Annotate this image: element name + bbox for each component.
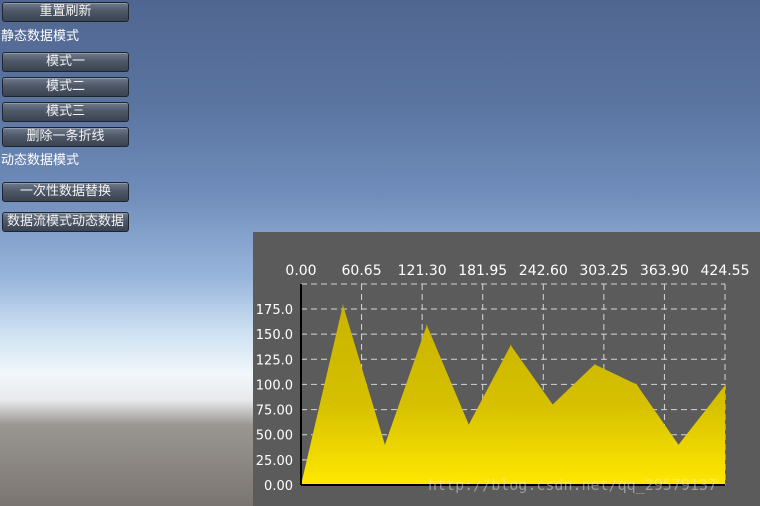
mode-two-button[interactable]: 模式二 [2, 77, 129, 97]
x-tick-label: 181.95 [458, 263, 507, 279]
one-time-replace-button[interactable]: 一次性数据替换 [2, 182, 129, 202]
mode-three-button[interactable]: 模式三 [2, 102, 129, 122]
x-tick-label: 60.65 [342, 263, 382, 279]
y-tick-label: 25.00 [256, 454, 293, 469]
data-point [678, 444, 680, 446]
reset-refresh-button[interactable]: 重置刷新 [2, 2, 129, 22]
data-point [724, 384, 726, 386]
x-tick-label: 424.55 [701, 263, 750, 279]
x-tick-label: 0.00 [285, 263, 316, 279]
data-point [342, 304, 344, 306]
data-point [636, 383, 638, 385]
y-tick-label: 75.00 [256, 404, 293, 419]
data-point [594, 363, 596, 365]
data-point [510, 344, 512, 346]
x-tick-label: 363.90 [640, 263, 689, 279]
y-tick-label: 50.00 [256, 429, 293, 444]
area-chart: 0.00 60.65 121.30 181.95 242.60 303.25 363.90 4… [256, 263, 750, 494]
chart-panel: 0.00 60.65 121.30 181.95 242.60 303.25 363.90 4… [253, 232, 760, 506]
y-tick-label: 125.0 [256, 353, 293, 368]
area-series [301, 304, 725, 485]
data-point [552, 404, 554, 406]
watermark: http://blog.csdn.net/qq_29579137 [428, 476, 717, 494]
delete-line-button[interactable]: 删除一条折线 [2, 127, 129, 147]
static-mode-label: 静态数据模式 [1, 29, 80, 44]
x-tick-label: 242.60 [519, 263, 568, 279]
y-tick-label: 0.00 [264, 479, 293, 494]
stream-mode-button[interactable]: 数据流模式动态数据 [2, 212, 129, 232]
x-tick-label: 121.30 [398, 263, 447, 279]
dynamic-mode-label: 动态数据模式 [1, 153, 80, 168]
mode-one-button[interactable]: 模式一 [2, 52, 129, 72]
data-point [468, 424, 470, 426]
data-point [384, 444, 386, 446]
x-tick-label: 303.25 [579, 263, 628, 279]
y-tick-label: 100.0 [256, 378, 293, 393]
y-tick-label: 175.0 [256, 303, 293, 318]
y-tick-label: 150.0 [256, 328, 293, 343]
data-point [426, 324, 428, 326]
